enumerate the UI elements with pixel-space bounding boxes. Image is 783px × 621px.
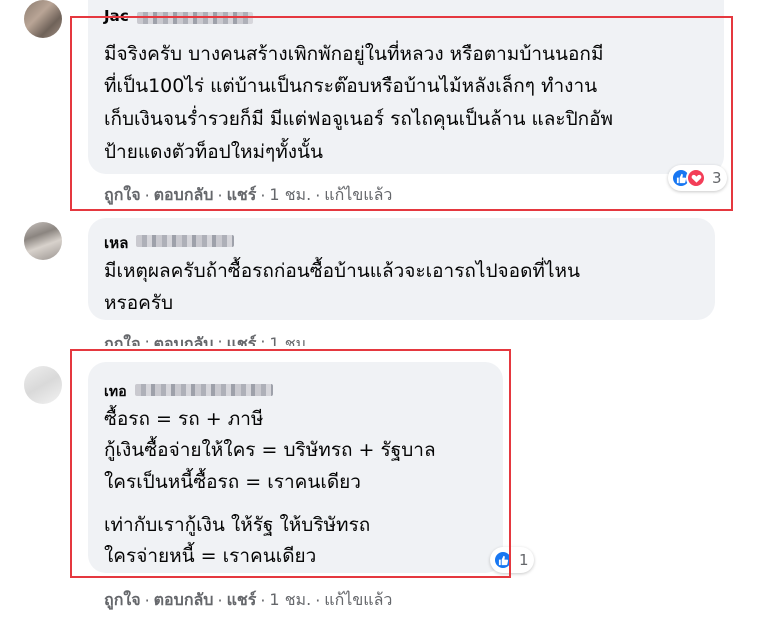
share-link[interactable]: แชร์ [227,588,257,613]
commenter-avatar[interactable] [24,366,62,404]
comment-text-line: มีเหตุผลครับถ้าซื้อรถก่อนซื้อบ้านแล้วจะเ… [104,260,581,282]
highlight-box [70,16,733,211]
comment-author[interactable]: เหล [104,231,129,255]
reaction-count: 1 [519,551,529,569]
highlight-box [70,349,511,578]
timestamp[interactable]: 1 ชม [269,332,306,346]
share-link[interactable]: แชร์ [227,332,257,346]
author-name-blur [136,235,234,247]
comment-actions: ถูกใจ · ตอบกลับ · แชร์ · 1 ชม [104,332,306,346]
like-link[interactable]: ถูกใจ [104,332,141,346]
timestamp[interactable]: 1 ชม. [269,588,311,613]
reply-link[interactable]: ตอบกลับ [154,332,214,346]
comment-actions: ถูกใจ · ตอบกลับ · แชร์ · 1 ชม. · แก้ไขแล… [104,588,392,613]
commenter-avatar[interactable] [24,0,62,38]
edited-label[interactable]: แก้ไขแล้ว [324,588,392,613]
like-link[interactable]: ถูกใจ [104,588,141,613]
reply-link[interactable]: ตอบกลับ [154,588,214,613]
commenter-avatar[interactable] [24,222,62,260]
comment-text-line: หรอครับ [104,292,174,314]
